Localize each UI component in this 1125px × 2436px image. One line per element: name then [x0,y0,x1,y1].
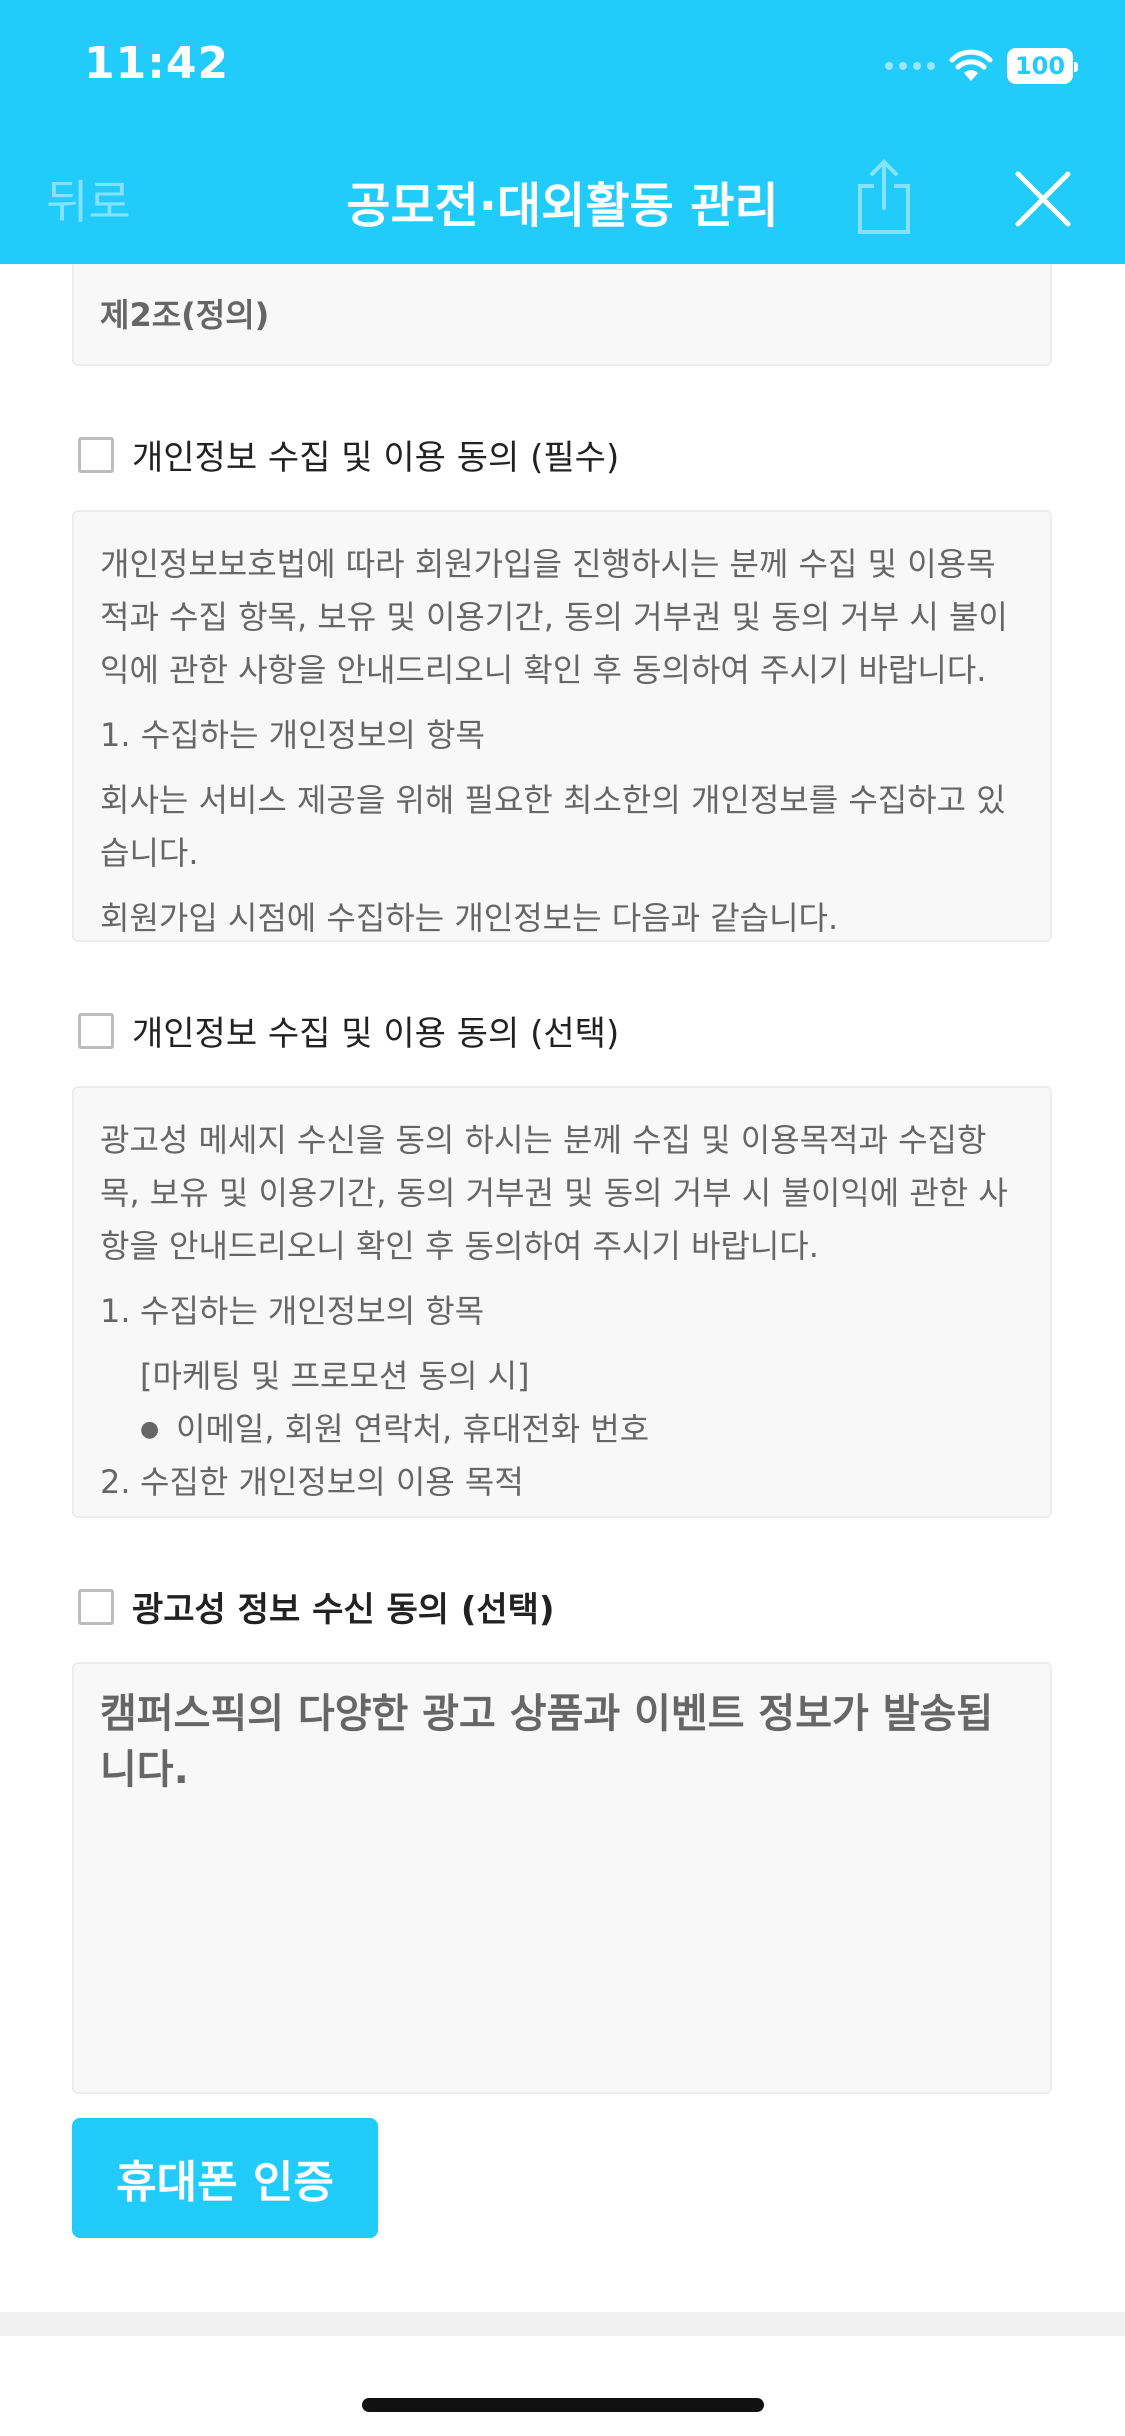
home-indicator[interactable] [362,2398,764,2412]
terms-article-box: 제2조(정의) [72,264,1052,366]
consent-required-paragraph: 1. 수집하는 개인정보의 항목 [100,716,485,754]
wifi-icon [949,49,993,81]
cellular-signal-icon [885,62,935,70]
bullet-icon: ● [140,1417,160,1442]
list-item: 2. 수집한 개인정보의 이용 목적 [100,1463,524,1501]
close-icon[interactable] [1014,170,1072,228]
list-item: ● 이메일, 회원 연락처, 휴대전화 번호 [100,1403,1024,1456]
status-time: 11:42 [84,38,230,89]
consent-required-text-box[interactable]: 개인정보보호법에 따라 회원가입을 진행하시는 분께 수집 및 이용목적과 수집… [72,510,1052,942]
phone-verify-button[interactable]: 휴대폰 인증 [72,2118,378,2238]
consent-ads-row[interactable]: 광고성 정보 수신 동의 (선택) [78,1582,555,1631]
consent-required-paragraph: 개인정보보호법에 따라 회원가입을 진행하시는 분께 수집 및 이용목적과 수집… [100,545,1008,689]
battery-icon: 100 [1007,48,1078,84]
consent-required-paragraph: 회원가입 시점에 수집하는 개인정보는 다음과 같습니다. [100,899,839,937]
status-indicators: 100 [885,48,1078,84]
footer-divider [0,2312,1125,2336]
consent-optional-text-box[interactable]: 광고성 메세지 수신을 동의 하시는 분께 수집 및 이용목적과 수집항목, 보… [72,1086,1052,1518]
list-item: 1. 수집하는 개인정보의 항목 [100,1292,485,1330]
consent-ads-text: 캠퍼스픽의 다양한 광고 상품과 이벤트 정보가 발송됩니다. [100,1691,994,1793]
top-bar: 11:42 100 뒤로 공모전·대외활동 관리 [0,0,1125,264]
consent-required-row[interactable]: 개인정보 수집 및 이용 동의 (필수) [78,430,619,479]
consent-ads-text-box[interactable]: 캠퍼스픽의 다양한 광고 상품과 이벤트 정보가 발송됩니다. [72,1662,1052,2094]
share-icon[interactable] [852,156,916,236]
consent-ads-label: 광고성 정보 수신 동의 (선택) [132,1590,555,1630]
consent-optional-checkbox[interactable] [78,1012,114,1049]
consent-required-checkbox[interactable] [78,436,114,473]
list-subheading: [마케팅 및 프로모션 동의 시] [140,1357,530,1395]
consent-required-label: 개인정보 수집 및 이용 동의 (필수) [132,438,620,478]
consent-ads-checkbox[interactable] [78,1588,114,1625]
consent-optional-row[interactable]: 개인정보 수집 및 이용 동의 (선택) [78,1006,619,1055]
consent-optional-intro: 광고성 메세지 수신을 동의 하시는 분께 수집 및 이용목적과 수집항목, 보… [100,1121,1008,1265]
terms-article-title: 제2조(정의) [100,296,270,334]
consent-optional-label: 개인정보 수집 및 이용 동의 (선택) [132,1014,620,1054]
page-title: 공모전·대외활동 관리 [346,178,779,234]
consent-required-paragraph: 회사는 서비스 제공을 위해 필요한 최소한의 개인정보를 수집하고 있습니다. [100,781,1006,872]
